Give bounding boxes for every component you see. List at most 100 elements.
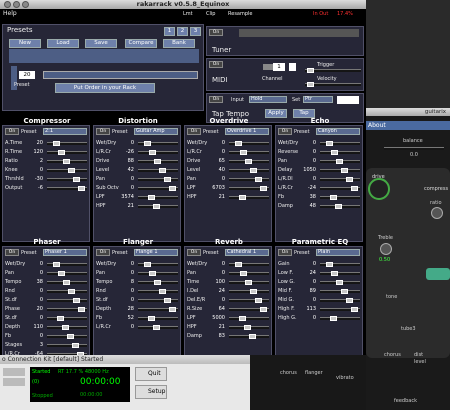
- slider-knob[interactable]: [149, 271, 156, 276]
- effect-on-toggle[interactable]: On: [96, 128, 110, 135]
- slider-track[interactable]: [320, 317, 360, 320]
- slider-knob[interactable]: [68, 168, 75, 173]
- slider-knob[interactable]: [336, 280, 343, 285]
- effect-on-toggle[interactable]: On: [96, 249, 110, 256]
- slider-knob[interactable]: [58, 150, 65, 155]
- slider-knob[interactable]: [244, 325, 251, 330]
- setup-button[interactable]: Setup: [135, 385, 167, 399]
- slider-knob[interactable]: [149, 150, 156, 155]
- slider-track[interactable]: [47, 317, 87, 320]
- slider-knob[interactable]: [58, 271, 65, 276]
- slider-track[interactable]: [47, 178, 87, 181]
- slider-track[interactable]: [229, 299, 269, 302]
- slider-track[interactable]: [138, 317, 178, 320]
- slider-knob[interactable]: [330, 316, 337, 321]
- slider-knob[interactable]: [164, 177, 171, 182]
- slider-track[interactable]: [229, 178, 269, 181]
- slider-knob[interactable]: [67, 334, 74, 339]
- slider-knob[interactable]: [159, 168, 166, 173]
- slider-track[interactable]: [138, 178, 178, 181]
- slider-knob[interactable]: [341, 168, 348, 173]
- slider-knob[interactable]: [73, 177, 80, 182]
- slider-knob[interactable]: [250, 168, 257, 173]
- slider-knob[interactable]: [239, 195, 246, 200]
- flanger-toggle[interactable]: flanger: [305, 370, 323, 376]
- slider-knob[interactable]: [62, 325, 69, 330]
- slider-knob[interactable]: [260, 307, 267, 312]
- put-order-button[interactable]: Put Order in your Rack: [55, 83, 155, 93]
- effect-preset-select[interactable]: Canyon: [316, 128, 360, 135]
- slider-track[interactable]: [320, 196, 360, 199]
- tuner-on-toggle[interactable]: On: [209, 29, 223, 36]
- slider-track[interactable]: [320, 178, 360, 181]
- treble-knob[interactable]: [380, 243, 392, 255]
- effect-preset-select[interactable]: Guitar Amp: [134, 128, 178, 135]
- slider-knob[interactable]: [154, 159, 161, 164]
- slider-knob[interactable]: [346, 298, 353, 303]
- slider-track[interactable]: [138, 169, 178, 172]
- channel-value[interactable]: 1: [273, 63, 285, 71]
- menu-help[interactable]: Help: [3, 10, 17, 17]
- slider-track[interactable]: [138, 290, 178, 293]
- ratio-knob[interactable]: [431, 207, 443, 219]
- slider-knob[interactable]: [78, 307, 85, 312]
- save-button[interactable]: Save: [85, 39, 117, 48]
- slider-knob[interactable]: [255, 298, 262, 303]
- slider-knob[interactable]: [53, 262, 60, 267]
- drive-knob[interactable]: [368, 178, 390, 200]
- slider-track[interactable]: [229, 151, 269, 154]
- chorus-label[interactable]: chorus: [384, 352, 401, 358]
- page-3-button[interactable]: 3: [190, 27, 201, 36]
- slider-knob[interactable]: [148, 195, 155, 200]
- slider-track[interactable]: [138, 272, 178, 275]
- slider-knob[interactable]: [53, 141, 60, 146]
- about-menu[interactable]: About: [366, 121, 450, 130]
- effect-on-toggle[interactable]: On: [5, 128, 19, 135]
- preset-selector[interactable]: [43, 71, 198, 79]
- slider-track[interactable]: [229, 169, 269, 172]
- load-button[interactable]: Load: [47, 39, 79, 48]
- slider-knob[interactable]: [68, 289, 75, 294]
- slider-track[interactable]: [47, 151, 87, 154]
- slider-knob[interactable]: [73, 298, 80, 303]
- tempo-value-field[interactable]: [337, 96, 359, 104]
- velocity-knob[interactable]: [307, 82, 314, 87]
- input-select[interactable]: Hold: [249, 96, 287, 103]
- slider-knob[interactable]: [250, 289, 257, 294]
- slider-knob[interactable]: [159, 289, 166, 294]
- slider-knob[interactable]: [153, 325, 160, 330]
- slider-knob[interactable]: [144, 262, 151, 267]
- slider-knob[interactable]: [249, 334, 256, 339]
- clip-indicator[interactable]: Clip: [206, 11, 215, 17]
- slider-knob[interactable]: [326, 262, 333, 267]
- effect-preset-select[interactable]: Flange 1: [134, 249, 178, 256]
- effect-preset-select[interactable]: 2:1: [43, 128, 87, 135]
- effect-on-toggle[interactable]: On: [187, 128, 201, 135]
- slider-knob[interactable]: [336, 159, 343, 164]
- slider-knob[interactable]: [351, 186, 358, 191]
- trigger-knob[interactable]: [307, 68, 314, 73]
- slider-knob[interactable]: [330, 195, 337, 200]
- effect-on-toggle[interactable]: On: [5, 249, 19, 256]
- effect-on-toggle[interactable]: On: [278, 249, 292, 256]
- dist-label[interactable]: dist: [414, 352, 423, 358]
- slider-track[interactable]: [320, 151, 360, 154]
- slider-knob[interactable]: [235, 262, 242, 267]
- effect-preset-select[interactable]: Plain: [316, 249, 360, 256]
- bank-button[interactable]: Bank: [163, 39, 195, 48]
- slider-knob[interactable]: [255, 177, 262, 182]
- slider-track[interactable]: [229, 290, 269, 293]
- slider-knob[interactable]: [326, 141, 333, 146]
- effect-preset-select[interactable]: Cathedral 1: [225, 249, 269, 256]
- slider-track[interactable]: [47, 299, 87, 302]
- slider-track[interactable]: [138, 299, 178, 302]
- slider-track[interactable]: [320, 299, 360, 302]
- midi-aux-input[interactable]: [289, 63, 296, 71]
- slider-knob[interactable]: [169, 307, 176, 312]
- preset-number[interactable]: 20: [19, 71, 35, 79]
- slider-knob[interactable]: [235, 141, 242, 146]
- slider-knob[interactable]: [144, 141, 151, 146]
- slider-knob[interactable]: [331, 271, 338, 276]
- resample-toggle[interactable]: Resample: [228, 11, 253, 17]
- slider-track[interactable]: [138, 151, 178, 154]
